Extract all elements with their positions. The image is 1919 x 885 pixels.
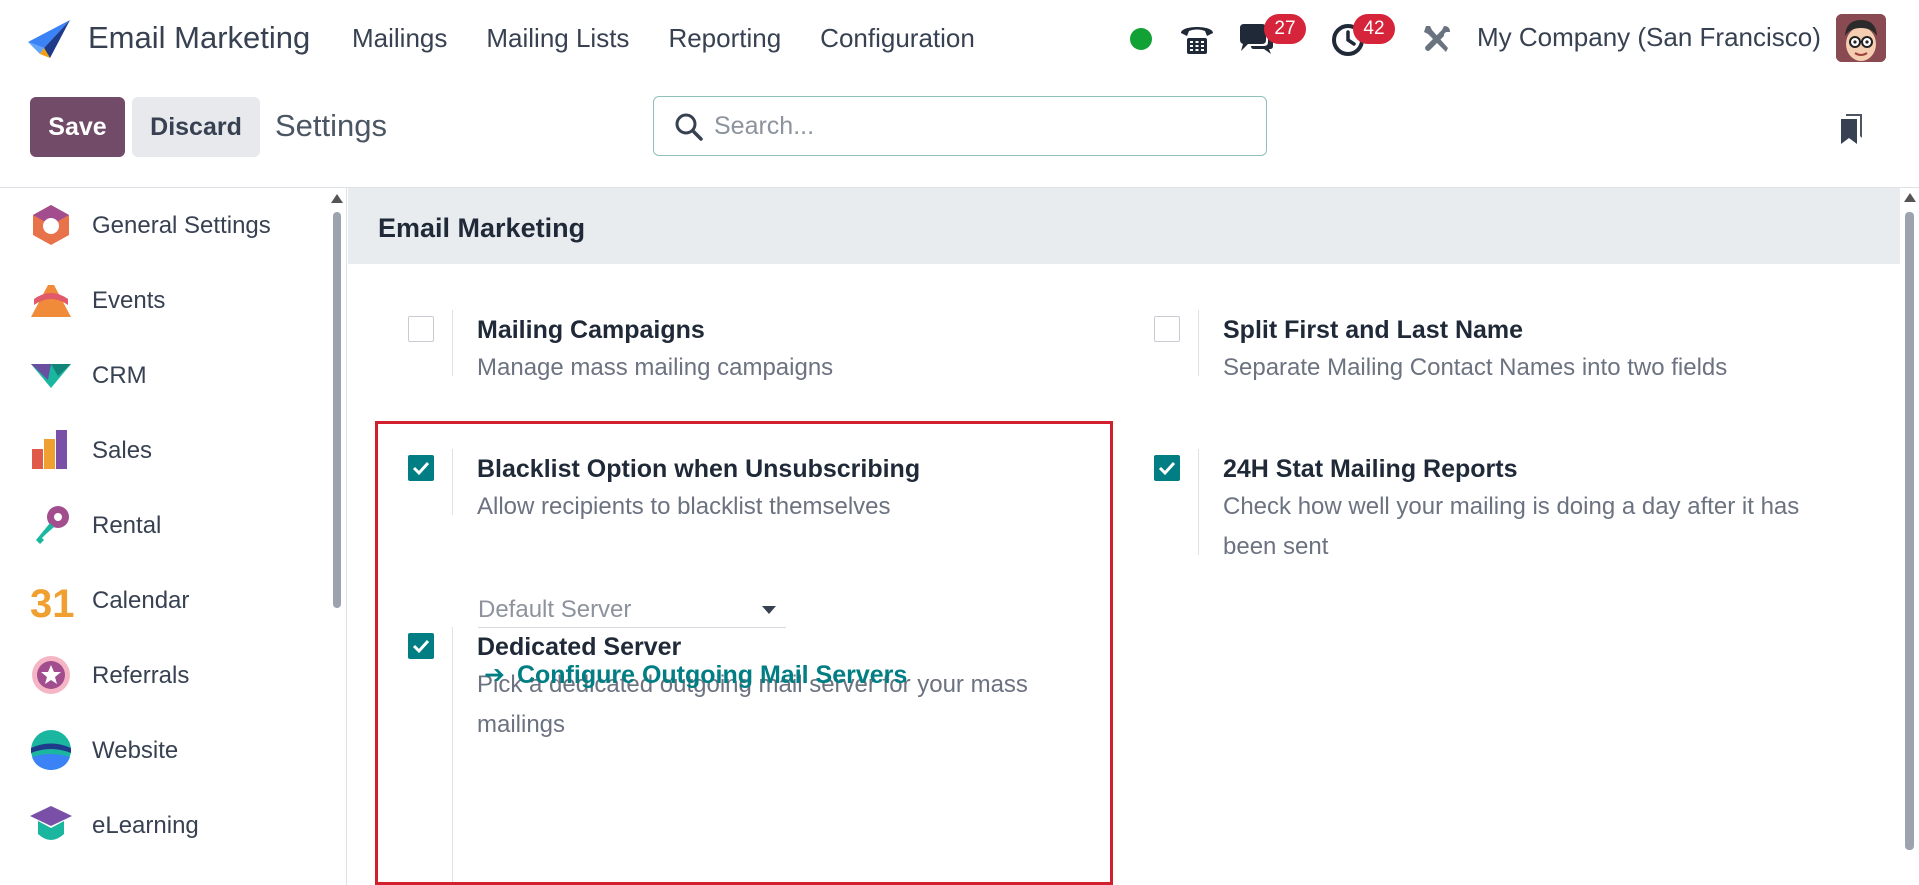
menu-reporting[interactable]: Reporting: [668, 23, 781, 54]
section-title: Email Marketing: [378, 213, 586, 243]
dedicated-server-title: Dedicated Server: [477, 633, 682, 661]
dedicated-server-checkbox[interactable]: [408, 633, 434, 659]
svg-text:31: 31: [30, 582, 74, 623]
sidebar-item-events[interactable]: Events: [0, 263, 320, 338]
sidebar-item-label: Calendar: [92, 586, 190, 614]
sidebar-item-label: Referrals: [92, 661, 190, 689]
activities-count-badge: 42: [1353, 14, 1395, 44]
mail-server-select[interactable]: Default Server: [478, 590, 786, 628]
elearning-icon: [30, 806, 72, 840]
search-input[interactable]: [714, 105, 1254, 147]
arrow-right-icon: ➔: [484, 661, 505, 689]
sidebar-item-calendar[interactable]: 31 Calendar: [0, 563, 320, 638]
setting-divider: [452, 449, 453, 515]
checkmark-icon: [412, 639, 430, 654]
setting-divider: [452, 627, 453, 885]
sidebar-item-label: Events: [92, 286, 166, 314]
stat-reports-desc: Check how well your mailing is doing a d…: [1223, 493, 1800, 560]
checkmark-icon: [1158, 461, 1176, 476]
website-icon: [31, 730, 71, 770]
split-name-checkbox[interactable]: [1154, 316, 1180, 342]
sidebar-item-website[interactable]: Website: [0, 713, 320, 788]
user-avatar[interactable]: [1836, 14, 1886, 62]
menu-mailings[interactable]: Mailings: [352, 23, 447, 54]
calendar-icon: 31: [30, 582, 74, 623]
split-name-desc: Separate Mailing Contact Names into two …: [1223, 354, 1728, 381]
setting-divider: [1198, 449, 1199, 555]
discard-button[interactable]: Discard: [132, 97, 260, 157]
mailing-campaigns-title: Mailing Campaigns: [477, 316, 705, 344]
messages-count-badge: 27: [1264, 14, 1306, 44]
menu-configuration[interactable]: Configuration: [820, 23, 975, 54]
debug-tools-icon[interactable]: [1420, 22, 1454, 56]
sidebar-item-label: CRM: [92, 361, 147, 389]
sidebar-item-label: Rental: [92, 511, 162, 539]
stat-reports-title: 24H Stat Mailing Reports: [1223, 455, 1518, 483]
sidebar-item-label: General Settings: [92, 211, 271, 239]
save-button[interactable]: Save: [30, 97, 125, 157]
bookmark-icon[interactable]: [1838, 112, 1866, 146]
settings-content: Email Marketing Mailing Campaigns Manage…: [348, 188, 1919, 885]
email-marketing-logo-icon[interactable]: [26, 18, 72, 60]
main-menu: Mailings Mailing Lists Reporting Configu…: [352, 23, 1014, 54]
presence-status-icon[interactable]: [1130, 28, 1152, 50]
mailing-campaigns-desc: Manage mass mailing campaigns: [477, 354, 834, 381]
sidebar-item-label: eLearning: [92, 811, 199, 839]
setting-divider: [452, 310, 453, 376]
general-settings-icon: [33, 205, 69, 245]
sidebar-item-sales[interactable]: Sales: [0, 413, 320, 488]
blacklist-option-checkbox[interactable]: [408, 455, 434, 481]
page-title: Settings: [275, 108, 388, 143]
mail-server-value: Default Server: [478, 596, 632, 623]
company-switcher[interactable]: My Company (San Francisco): [1477, 22, 1821, 53]
configure-mail-servers-label: Configure Outgoing Mail Servers: [516, 661, 908, 689]
crm-icon: [31, 364, 71, 388]
setting-divider: [1198, 310, 1199, 376]
app-name[interactable]: Email Marketing: [88, 20, 310, 56]
configure-mail-servers-link[interactable]: ➔ Configure Outgoing Mail Servers: [484, 660, 907, 690]
caret-down-icon: [762, 606, 776, 614]
sidebar-item-rental[interactable]: Rental: [0, 488, 320, 563]
sidebar-item-label: Sales: [92, 436, 153, 464]
checkmark-icon: [412, 461, 430, 476]
events-icon: [31, 285, 71, 317]
split-name-title: Split First and Last Name: [1223, 316, 1524, 344]
content-scroll-up-icon[interactable]: [1904, 193, 1916, 202]
sidebar-scrollbar[interactable]: [333, 212, 341, 608]
blacklist-option-title: Blacklist Option when Unsubscribing: [477, 455, 921, 483]
blacklist-option-desc: Allow recipients to blacklist themselves: [477, 493, 891, 520]
stat-reports-checkbox[interactable]: [1154, 455, 1180, 481]
sidebar-item-referrals[interactable]: Referrals: [0, 638, 320, 713]
content-scrollbar[interactable]: [1905, 212, 1914, 850]
sidebar-item-elearning[interactable]: eLearning: [0, 788, 320, 863]
mailing-campaigns-checkbox[interactable]: [408, 316, 434, 342]
settings-sidebar: General Settings Events CRM Sales Rental: [0, 188, 347, 885]
referrals-icon: [32, 656, 70, 694]
menu-mailing-lists[interactable]: Mailing Lists: [486, 23, 629, 54]
sidebar-item-crm[interactable]: CRM: [0, 338, 320, 413]
rental-icon: [36, 506, 69, 544]
search-box[interactable]: [653, 96, 1267, 156]
sidebar-item-label: Website: [92, 736, 179, 764]
sales-icon: [32, 430, 67, 469]
section-header: Email Marketing: [348, 188, 1900, 264]
search-icon: [675, 113, 703, 141]
sidebar-scroll-up-icon[interactable]: [331, 194, 343, 203]
sidebar-item-general-settings[interactable]: General Settings: [0, 188, 320, 263]
phone-icon[interactable]: [1178, 21, 1216, 57]
top-navbar: Email Marketing Mailings Mailing Lists R…: [0, 0, 1919, 78]
